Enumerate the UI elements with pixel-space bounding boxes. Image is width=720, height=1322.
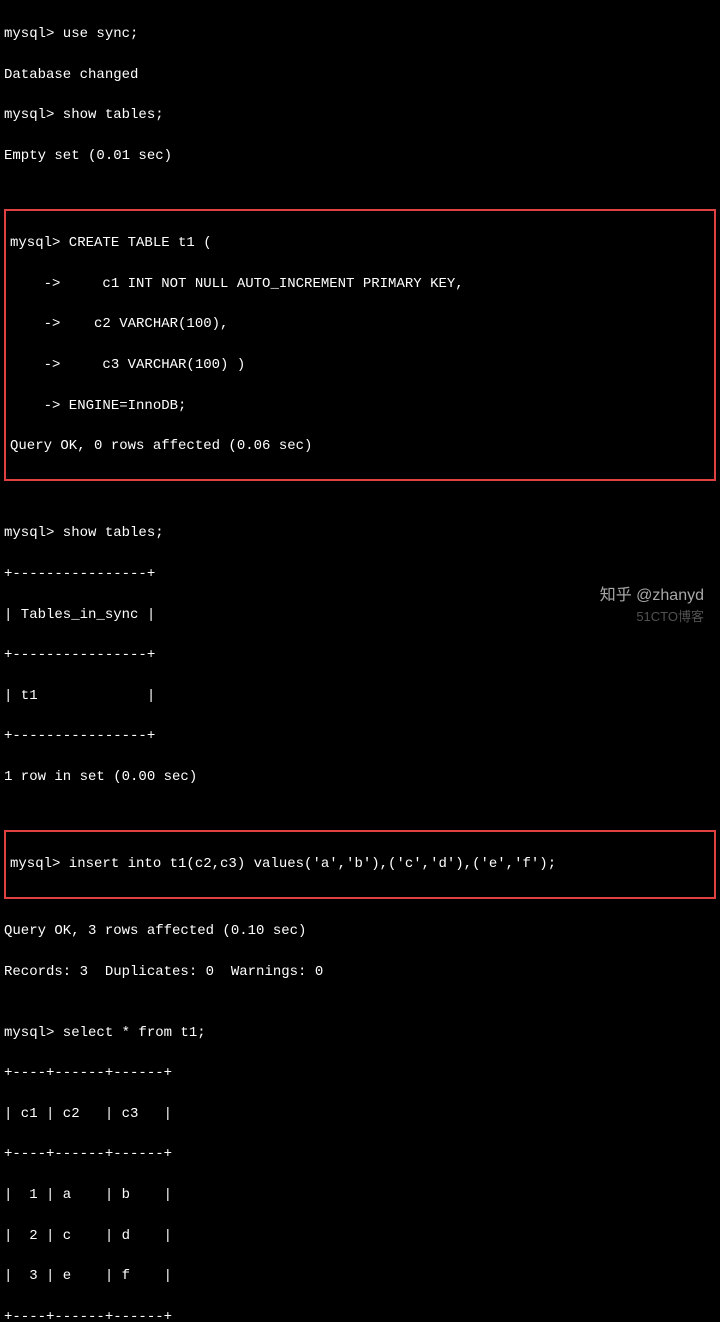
cmd-select: mysql> select * from t1;	[4, 1023, 716, 1043]
table-border: +----+------+------+	[4, 1063, 716, 1083]
highlight-insert: mysql> insert into t1(c2,c3) values('a',…	[4, 830, 716, 899]
cmd-create-table-l5: -> ENGINE=InnoDB;	[10, 396, 710, 416]
output-db-changed: Database changed	[4, 65, 716, 85]
table-border: +----------------+	[4, 564, 716, 584]
watermark-51cto: 51CTO博客	[636, 608, 704, 627]
table-border: +----------------+	[4, 726, 716, 746]
table-row: | 2 | c | d |	[4, 1226, 716, 1246]
terminal-output: mysql> use sync; Database changed mysql>…	[4, 4, 716, 1322]
highlight-create-table: mysql> CREATE TABLE t1 ( -> c1 INT NOT N…	[4, 209, 716, 481]
cmd-insert: mysql> insert into t1(c2,c3) values('a',…	[10, 854, 710, 874]
cmd-create-table-l3: -> c2 VARCHAR(100),	[10, 314, 710, 334]
table-border: +----+------+------+	[4, 1307, 716, 1322]
cmd-show-tables-2: mysql> show tables;	[4, 523, 716, 543]
cmd-create-table-l1: mysql> CREATE TABLE t1 (	[10, 233, 710, 253]
watermark-zhihu: 知乎 @zhanyd	[600, 584, 704, 607]
output-query-ok-1: Query OK, 0 rows affected (0.06 sec)	[10, 436, 710, 456]
cmd-use-sync: mysql> use sync;	[4, 24, 716, 44]
cmd-create-table-l2: -> c1 INT NOT NULL AUTO_INCREMENT PRIMAR…	[10, 274, 710, 294]
cmd-create-table-l4: -> c3 VARCHAR(100) )	[10, 355, 710, 375]
output-query-ok-2: Query OK, 3 rows affected (0.10 sec)	[4, 921, 716, 941]
output-empty-set: Empty set (0.01 sec)	[4, 146, 716, 166]
table-border: +----------------+	[4, 645, 716, 665]
table-border: +----+------+------+	[4, 1144, 716, 1164]
output-1-row: 1 row in set (0.00 sec)	[4, 767, 716, 787]
table-row: | 1 | a | b |	[4, 1185, 716, 1205]
table-header-tables: | Tables_in_sync |	[4, 605, 716, 625]
table-row-t1: | t1 |	[4, 686, 716, 706]
table-row: | 3 | e | f |	[4, 1266, 716, 1286]
table-header-t1: | c1 | c2 | c3 |	[4, 1104, 716, 1124]
output-records: Records: 3 Duplicates: 0 Warnings: 0	[4, 962, 716, 982]
cmd-show-tables-1: mysql> show tables;	[4, 105, 716, 125]
